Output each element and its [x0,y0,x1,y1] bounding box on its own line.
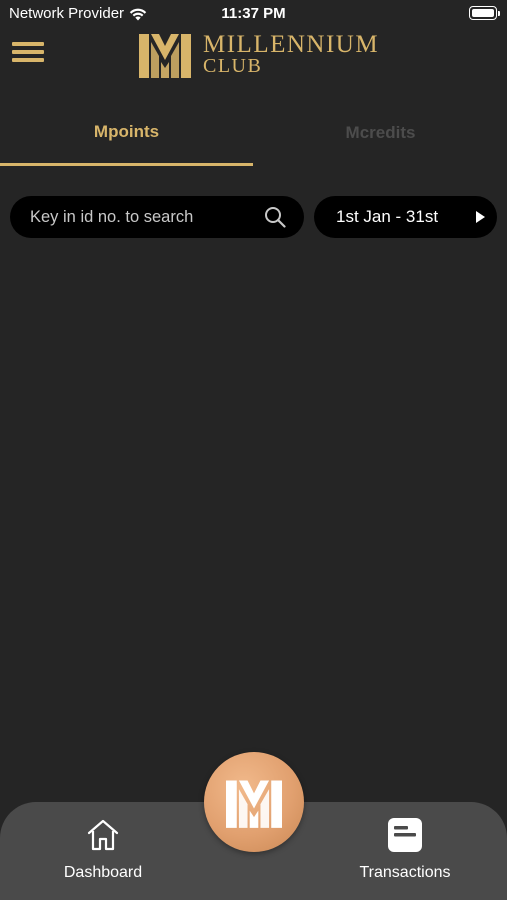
logo-line-2: CLUB [203,55,263,77]
brand-logo: MILLENNIUM CLUB [137,28,379,80]
date-range-picker[interactable]: 1st Jan - 31st [314,196,497,238]
search-box [10,196,304,238]
menu-bar-icon [12,58,44,62]
search-icon[interactable] [264,206,286,228]
logo-wordmark: MILLENNIUM CLUB [203,32,379,76]
status-time: 11:37 PM [221,5,286,22]
center-home-button[interactable] [204,752,304,852]
date-range-label: 1st Jan - 31st [336,207,439,226]
menu-bar-icon [12,42,44,46]
points-tabs: Mpoints Mcredits [0,100,507,168]
mm-logo-icon [226,780,282,828]
transactions-label: Transactions [359,864,451,881]
status-bar: Network Provider 11:37 PM [0,0,507,28]
tab-mpoints[interactable]: Mpoints [0,100,253,166]
mm-logo-icon [139,34,191,78]
play-arrow-icon [476,211,485,223]
tab-dashboard[interactable]: Dashboard [55,802,151,900]
dashboard-label: Dashboard [63,864,143,881]
home-icon [87,819,119,851]
tab-transactions[interactable]: Transactions [349,802,461,900]
battery-icon [469,6,500,20]
transactions-card-icon [388,818,422,852]
logo-line-1: MILLENNIUM [203,31,380,58]
app-header: MILLENNIUM CLUB [0,28,507,86]
hamburger-menu-button[interactable] [12,42,44,66]
menu-bar-icon [12,50,44,54]
search-input[interactable] [30,207,250,227]
tab-mcredits[interactable]: Mcredits [254,100,507,166]
